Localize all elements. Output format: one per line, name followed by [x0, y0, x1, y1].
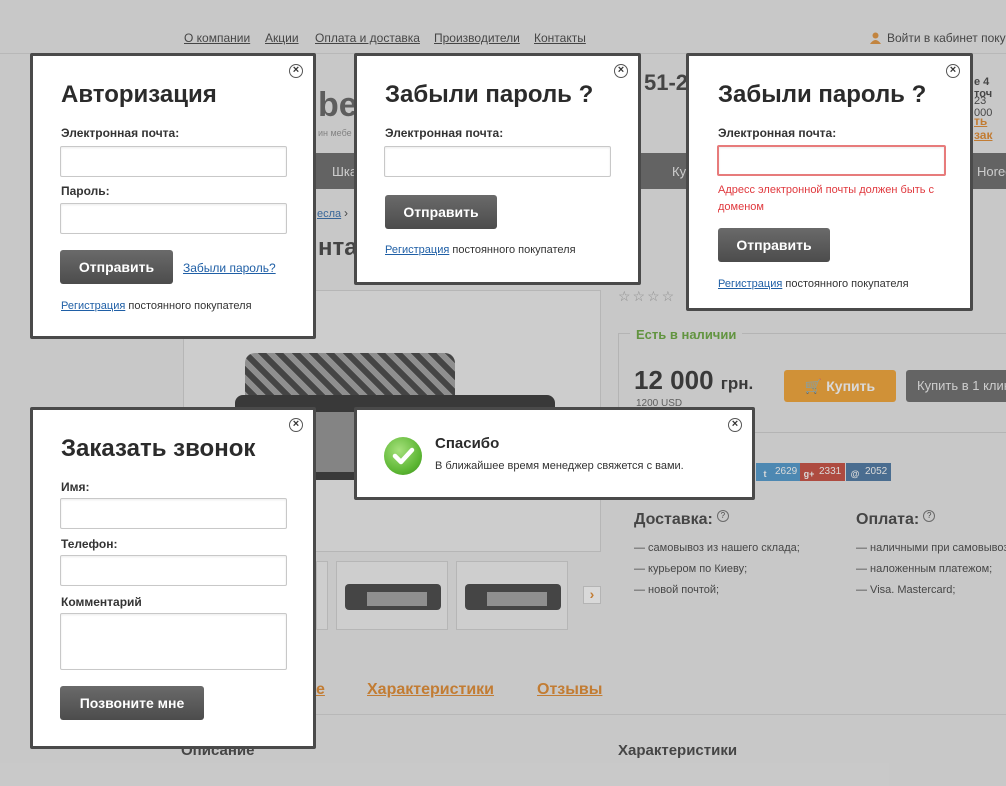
password-label: Пароль: [61, 184, 110, 198]
forgot-password-dialog: × Забыли пароль ? Электронная почта: Отп… [354, 53, 641, 285]
name-label: Имя: [61, 480, 90, 494]
registration-link[interactable]: Регистрация [718, 278, 782, 290]
password-field[interactable] [60, 203, 287, 234]
registration-suffix: постоянного покупателя [782, 278, 909, 290]
call-me-button[interactable]: Позвоните мне [60, 686, 204, 720]
email-field[interactable] [384, 146, 611, 177]
email-field-error[interactable] [717, 145, 946, 176]
phone-field[interactable] [60, 555, 287, 586]
registration-text: Регистрация постоянного покупателя [61, 300, 252, 312]
error-message: Адресс электронной почты должен быть с д… [718, 184, 935, 213]
thanks-title: Спасибо [435, 435, 500, 452]
thanks-message: В ближайшее время менеджер свяжется с ва… [435, 460, 684, 472]
forgot-password-link[interactable]: Забыли пароль? [183, 261, 276, 275]
close-icon[interactable]: × [289, 418, 303, 432]
submit-button[interactable]: Отправить [60, 250, 173, 284]
email-label: Электронная почта: [718, 126, 837, 140]
success-check-icon [384, 437, 422, 475]
dialog-title: Забыли пароль ? [385, 81, 594, 108]
callback-dialog: × Заказать звонок Имя: Телефон: Коммента… [30, 407, 316, 749]
dialog-title: Заказать звонок [61, 435, 256, 462]
auth-dialog: × Авторизация Электронная почта: Пароль:… [30, 53, 316, 339]
registration-text: Регистрация постоянного покупателя [718, 278, 909, 290]
close-icon[interactable]: × [946, 64, 960, 78]
registration-suffix: постоянного покупателя [125, 300, 252, 312]
close-icon[interactable]: × [728, 418, 742, 432]
email-field[interactable] [60, 146, 287, 177]
registration-suffix: постоянного покупателя [449, 244, 576, 256]
submit-button[interactable]: Отправить [385, 195, 497, 229]
thanks-dialog: × Спасибо В ближайшее время менеджер свя… [354, 407, 755, 500]
forgot-password-error-dialog: × Забыли пароль ? Электронная почта: Адр… [686, 53, 973, 311]
submit-button[interactable]: Отправить [718, 228, 830, 262]
comment-label: Комментарий [61, 595, 142, 609]
comment-field[interactable] [60, 613, 287, 670]
email-label: Электронная почта: [61, 126, 180, 140]
close-icon[interactable]: × [289, 64, 303, 78]
name-field[interactable] [60, 498, 287, 529]
close-icon[interactable]: × [614, 64, 628, 78]
email-label: Электронная почта: [385, 126, 504, 140]
registration-link[interactable]: Регистрация [61, 300, 125, 312]
registration-text: Регистрация постоянного покупателя [385, 244, 576, 256]
registration-link[interactable]: Регистрация [385, 244, 449, 256]
dialog-title: Авторизация [61, 81, 217, 108]
phone-label: Телефон: [61, 537, 118, 551]
dialog-title: Забыли пароль ? [718, 81, 927, 108]
